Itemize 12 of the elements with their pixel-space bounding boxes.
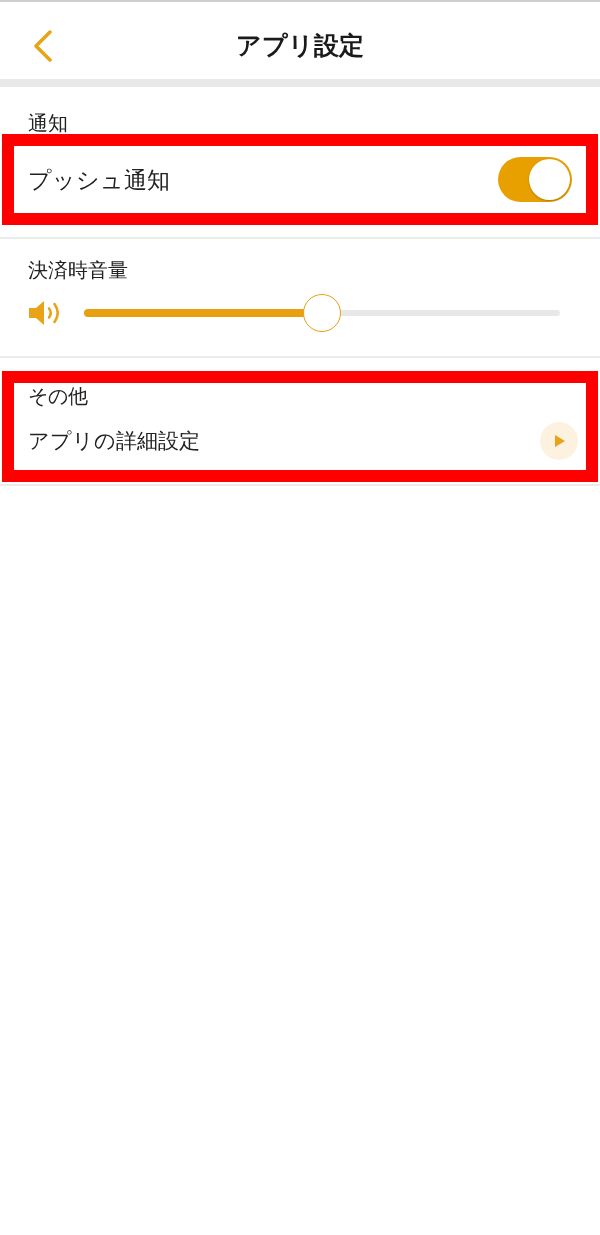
slider-thumb[interactable]: [303, 294, 341, 332]
toggle-switch[interactable]: [498, 157, 572, 202]
setting-label: プッシュ通知: [28, 165, 170, 194]
triangle-right-icon: [555, 435, 565, 447]
detail-button[interactable]: [540, 422, 578, 460]
section-title: その他: [27, 383, 89, 407]
slider-track[interactable]: [84, 294, 560, 332]
section-title: 決済時音量: [27, 257, 129, 281]
menu-item-label[interactable]: アプリの詳細設定: [28, 428, 200, 454]
section-title: 通知: [27, 110, 69, 134]
page-title: アプリ設定: [235, 31, 365, 61]
chevron-left-icon: [33, 30, 53, 62]
